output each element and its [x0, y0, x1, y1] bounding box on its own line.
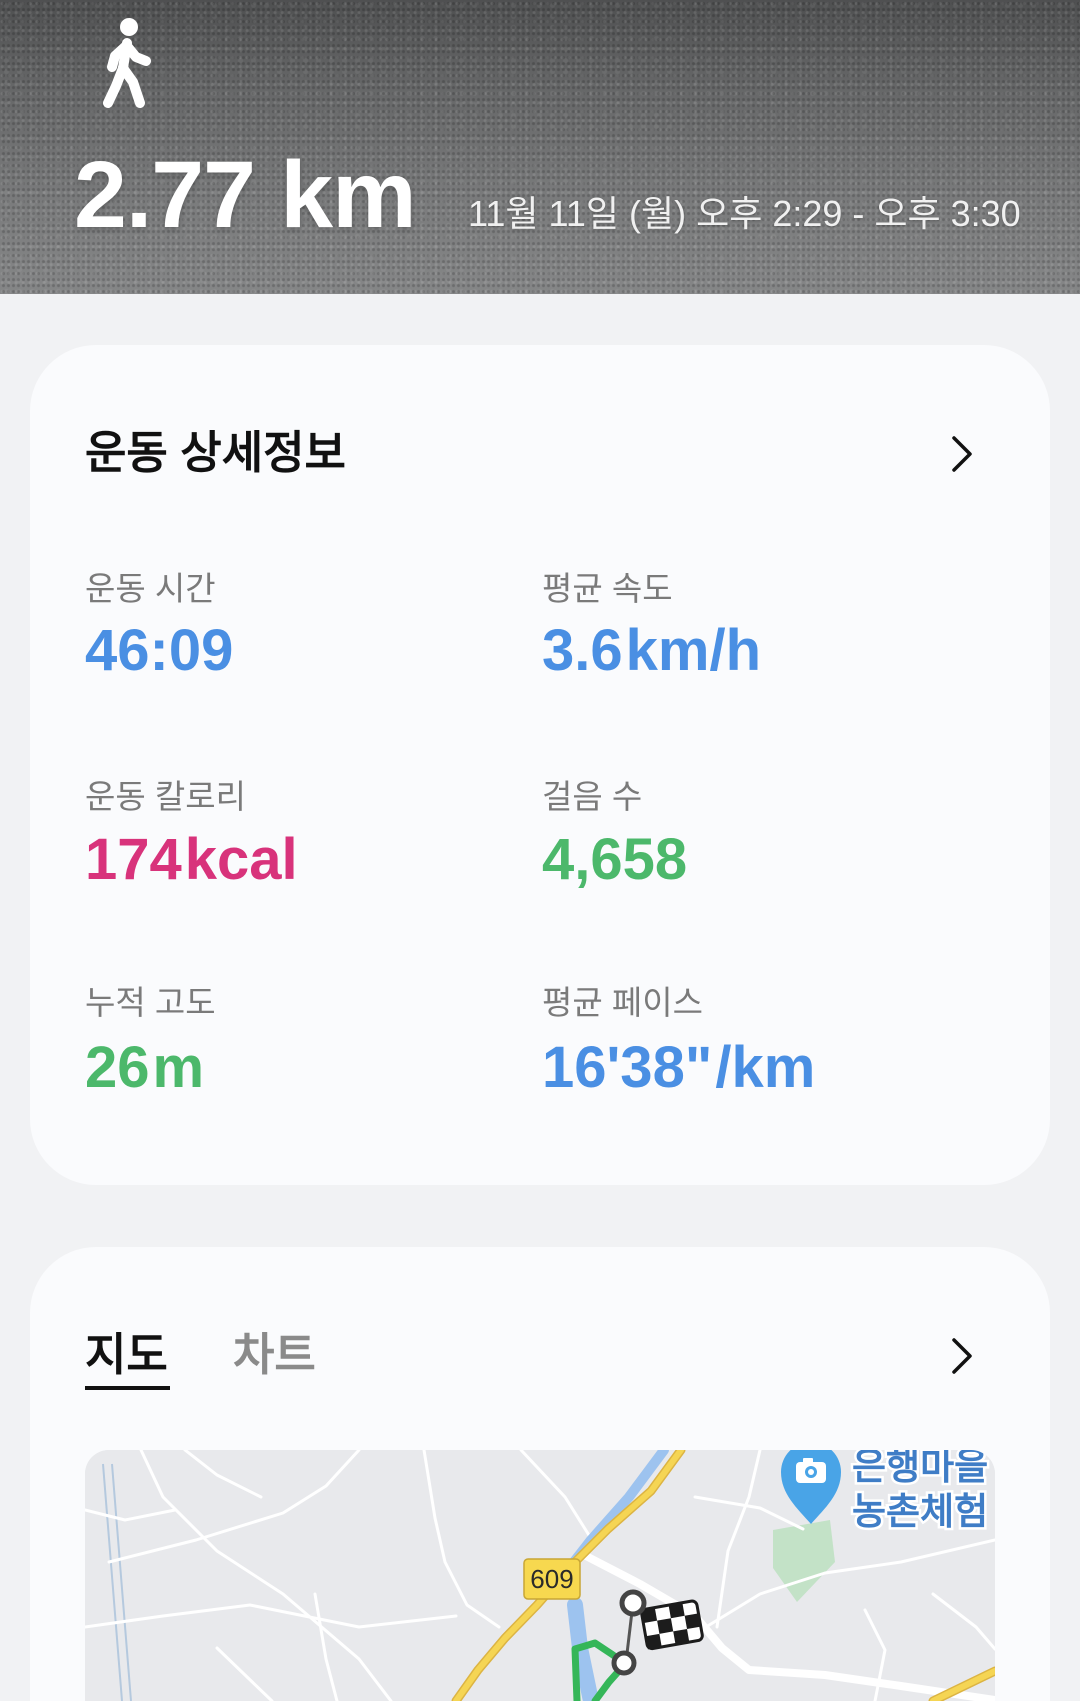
tab-chart[interactable]: 차트	[233, 1328, 316, 1382]
stat-value-calories: 174kcal	[85, 828, 298, 892]
checkered-flag-icon	[640, 1599, 704, 1651]
start-marker	[619, 1589, 647, 1617]
stat-label-avg-pace: 평균 페이스	[542, 984, 703, 1021]
poi-label-line1: 은행마을	[852, 1450, 988, 1487]
end-marker	[611, 1650, 637, 1676]
stat-unit: /km	[715, 1035, 816, 1100]
stat-label-elevation-gain: 누적 고도	[85, 984, 216, 1021]
stat-value-steps: 4,658	[542, 828, 687, 892]
stat-value-avg-speed: 3.6km/h	[542, 619, 761, 683]
stat-value-duration: 46:09	[85, 619, 233, 683]
stat-number: 26	[85, 1035, 150, 1100]
stat-value-elevation-gain: 26m	[85, 1036, 204, 1100]
stat-label-duration: 운동 시간	[85, 570, 216, 607]
stat-label-calories: 운동 칼로리	[85, 778, 246, 815]
card-title: 운동 상세정보	[85, 427, 346, 478]
stat-unit: kcal	[184, 827, 298, 892]
stat-number: 46:09	[85, 618, 234, 683]
stat-label-steps: 걸음 수	[542, 778, 643, 815]
stat-label-avg-speed: 평균 속도	[542, 570, 673, 607]
road-number-badge: 609	[523, 1558, 581, 1600]
total-distance: 2.77 km	[74, 142, 417, 248]
workout-details-card[interactable]: 운동 상세정보 운동 시간 46:09 평균 속도 3.6km/h 운동 칼로리…	[30, 345, 1050, 1185]
selected-tab-indicator	[85, 1386, 170, 1390]
tab-map[interactable]: 지도	[85, 1328, 168, 1382]
stat-number: 3.6	[542, 618, 623, 683]
activity-hero: 2.77 km 11월 11일 (월) 오후 2:29 - 오후 3:30	[0, 0, 1080, 294]
stat-unit: km/h	[625, 618, 762, 683]
stat-number: 16'38"	[542, 1035, 713, 1100]
stat-unit: m	[152, 1035, 205, 1100]
walking-icon	[103, 18, 151, 108]
workout-datetime: 11월 11일 (월) 오후 2:29 - 오후 3:30	[468, 193, 1021, 234]
stat-value-avg-pace: 16'38"/km	[542, 1036, 815, 1100]
stat-number: 4,658	[542, 827, 688, 892]
road-number: 609	[530, 1564, 573, 1594]
chevron-right-icon[interactable]	[946, 1335, 976, 1377]
map-chart-card: 지도 차트 609 은행마을 농촌체험	[30, 1247, 1050, 1701]
route-map[interactable]: 609 은행마을 농촌체험	[85, 1450, 995, 1701]
chevron-right-icon[interactable]	[946, 433, 976, 475]
poi-label-line2: 농촌체험	[852, 1491, 988, 1532]
stat-number: 174	[85, 827, 182, 892]
